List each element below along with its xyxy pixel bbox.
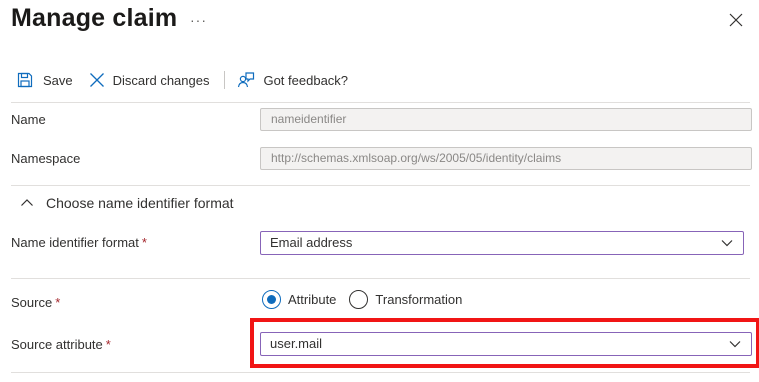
namespace-field: http://schemas.xmlsoap.org/ws/2005/05/id… bbox=[260, 147, 752, 170]
name-label: Name bbox=[11, 112, 46, 127]
toolbar-bottom-divider bbox=[11, 102, 750, 103]
source-radio-group: Attribute Transformation bbox=[262, 290, 462, 309]
command-bar: Save Discard changes Got feedback? bbox=[16, 68, 348, 92]
section-title: Choose name identifier format bbox=[46, 195, 234, 211]
save-label: Save bbox=[43, 72, 73, 88]
discard-changes-button[interactable]: Discard changes bbox=[89, 72, 210, 88]
chevron-up-icon bbox=[21, 199, 33, 206]
section-divider-mid bbox=[11, 278, 750, 279]
namespace-label: Namespace bbox=[11, 151, 81, 166]
feedback-button[interactable]: Got feedback? bbox=[237, 71, 348, 89]
highlight-box bbox=[250, 318, 759, 368]
page-title: Manage claim bbox=[11, 4, 178, 32]
source-label: Source * bbox=[11, 295, 60, 310]
name-id-format-label-text: Name identifier format bbox=[11, 235, 139, 250]
source-label-text: Source bbox=[11, 295, 53, 310]
source-attribute-label-text: Source attribute bbox=[11, 337, 103, 352]
name-id-format-label: Name identifier format * bbox=[11, 235, 147, 250]
required-mark: * bbox=[141, 235, 147, 250]
radio-attribute[interactable]: Attribute bbox=[262, 290, 336, 309]
radio-attribute-label: Attribute bbox=[288, 292, 337, 307]
radio-transformation[interactable]: Transformation bbox=[349, 290, 462, 309]
name-id-format-value: Email address bbox=[270, 235, 353, 250]
required-mark: * bbox=[55, 295, 61, 310]
section-divider-top bbox=[11, 185, 750, 186]
radio-transformation-circle[interactable] bbox=[349, 290, 369, 309]
name-field: nameidentifier bbox=[260, 108, 752, 131]
discard-icon bbox=[89, 73, 104, 87]
save-button[interactable]: Save bbox=[16, 71, 73, 89]
discard-changes-label: Discard changes bbox=[112, 72, 210, 88]
name-id-format-section-toggle[interactable]: Choose name identifier format bbox=[20, 195, 234, 211]
close-button[interactable] bbox=[728, 12, 744, 28]
section-divider-bottom bbox=[11, 372, 750, 373]
more-options-button[interactable]: ··· bbox=[190, 12, 207, 28]
name-id-format-dropdown[interactable]: Email address bbox=[260, 231, 744, 255]
feedback-icon bbox=[238, 72, 255, 88]
chevron-down-icon bbox=[721, 240, 733, 247]
save-icon bbox=[17, 72, 33, 88]
toolbar-divider bbox=[224, 71, 226, 89]
radio-transformation-label: Transformation bbox=[375, 292, 463, 307]
source-attribute-label: Source attribute * bbox=[11, 337, 111, 352]
required-mark: * bbox=[105, 337, 111, 352]
feedback-label: Got feedback? bbox=[263, 72, 349, 88]
close-icon bbox=[729, 13, 743, 27]
radio-attribute-circle[interactable] bbox=[262, 290, 281, 309]
